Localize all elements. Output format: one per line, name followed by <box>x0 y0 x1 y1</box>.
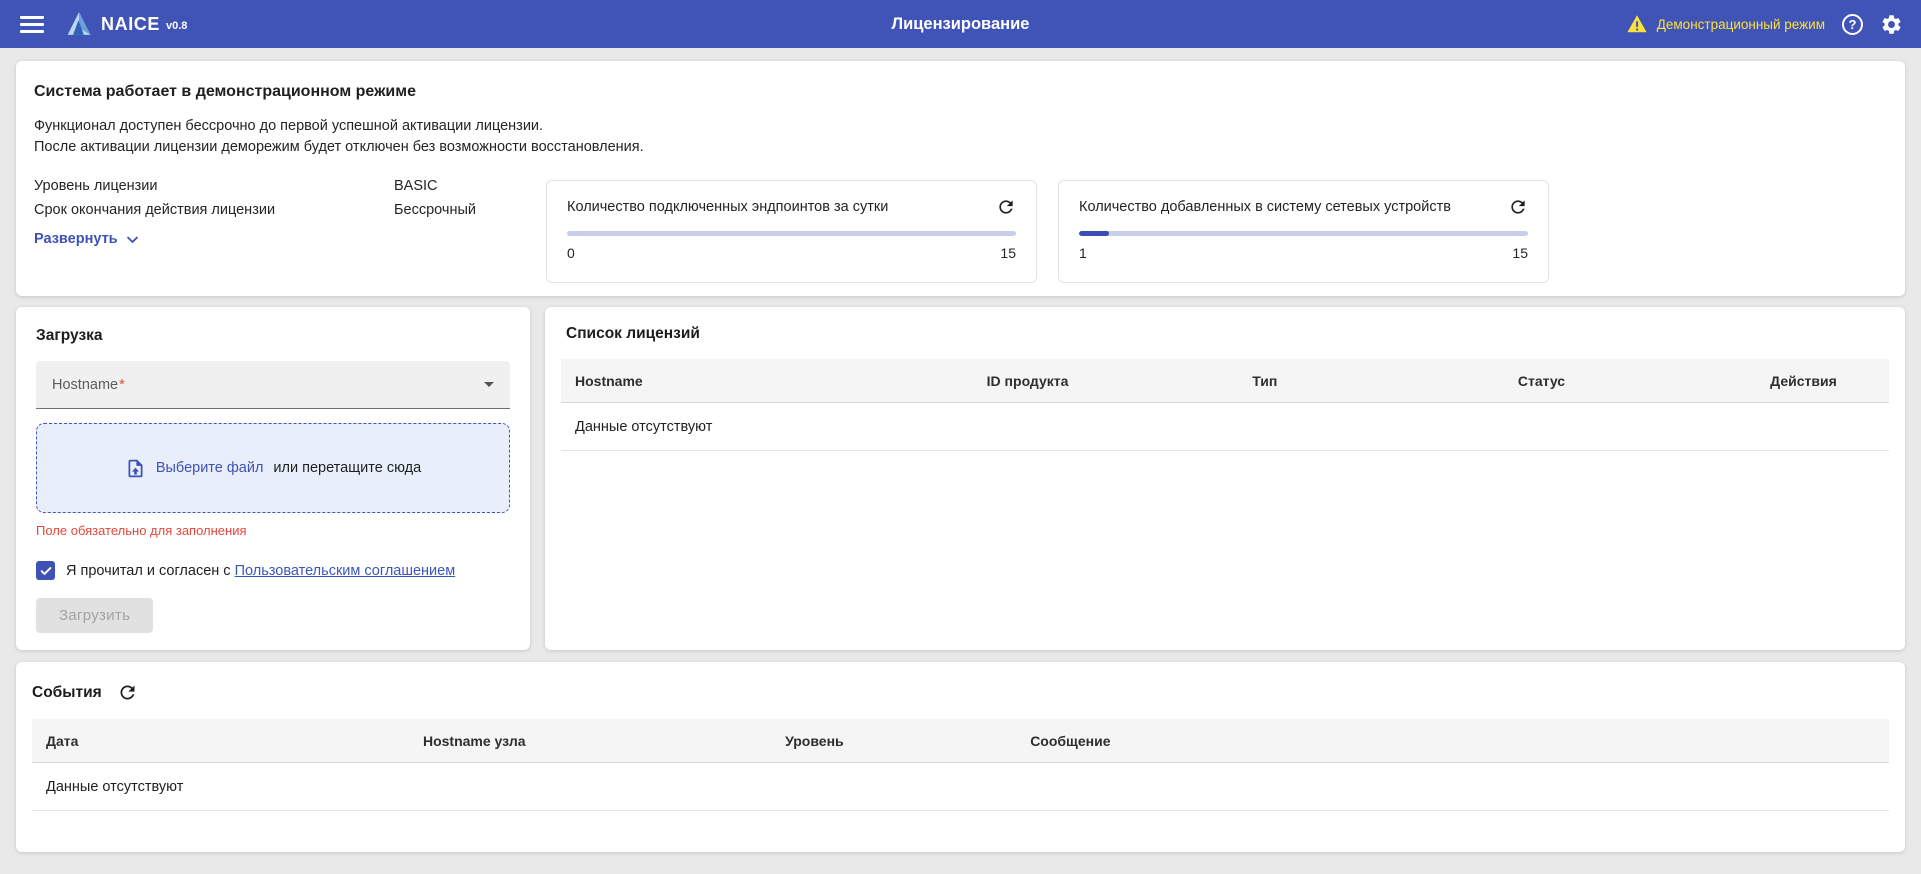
upload-file-icon <box>125 458 146 479</box>
col-actions: Действия <box>1756 359 1889 403</box>
help-icon[interactable]: ? <box>1842 14 1863 35</box>
demo-mode-label: Демонстрационный режим <box>1657 17 1825 32</box>
col-status: Статус <box>1504 359 1756 403</box>
settings-gear-icon[interactable] <box>1880 13 1903 36</box>
expand-button[interactable]: Развернуть <box>34 231 140 247</box>
events-empty-row: Данные отсутствуют <box>32 763 1889 811</box>
agree-checkbox[interactable] <box>36 561 55 580</box>
license-expiry-value: Бессрочный <box>394 202 476 218</box>
endpoints-stat-title: Количество подключенных эндпоинтов за су… <box>567 197 888 215</box>
events-title: События <box>32 684 102 702</box>
user-agreement-link[interactable]: Пользовательским соглашением <box>235 563 456 579</box>
col-type: Тип <box>1238 359 1504 403</box>
licenses-table: Hostname ID продукта Тип Статус Действия… <box>561 359 1889 451</box>
events-card: События Дата Hostname узла Уровень Сообщ… <box>16 662 1905 852</box>
hostname-select[interactable]: Hostname* <box>36 361 510 409</box>
banner-line-1: Функционал доступен бессрочно до первой … <box>34 116 1887 137</box>
events-table: Дата Hostname узла Уровень Сообщение Дан… <box>32 719 1889 811</box>
upload-title: Загрузка <box>36 327 510 345</box>
check-icon <box>39 564 53 578</box>
endpoints-min: 0 <box>567 245 575 261</box>
devices-stat-title: Количество добавленных в систему сетевых… <box>1079 197 1451 215</box>
license-level-label: Уровень лицензии <box>34 178 394 194</box>
endpoints-stat-card: Количество подключенных эндпоинтов за су… <box>546 180 1037 283</box>
demo-mode-badge: Демонстрационный режим <box>1626 13 1825 35</box>
warning-icon <box>1626 13 1648 35</box>
license-level-value: BASIC <box>394 178 438 194</box>
banner-title: Система работает в демонстрационном режи… <box>34 83 1887 101</box>
refresh-icon[interactable] <box>996 197 1016 217</box>
banner-line-2: После активации лицензии деморежим будет… <box>34 137 1887 158</box>
agree-label: Я прочитал и согласен с Пользовательским… <box>66 563 455 579</box>
events-empty-message: Данные отсутствуют <box>32 763 1889 811</box>
demo-banner-card: Система работает в демонстрационном режи… <box>16 61 1905 296</box>
endpoints-max: 15 <box>1000 245 1016 261</box>
required-field-error: Поле обязательно для заполнения <box>36 523 510 538</box>
chevron-down-icon <box>125 232 140 247</box>
dropdown-caret-icon <box>484 382 494 387</box>
app-header: NAICE v0.8 Лицензирование Демонстрационн… <box>0 0 1921 48</box>
licenses-header-row: Hostname ID продукта Тип Статус Действия <box>561 359 1889 403</box>
choose-file-link[interactable]: Выберите файл <box>156 460 264 476</box>
dropzone-hint: или перетащите сюда <box>273 460 421 476</box>
endpoints-progress-bar <box>567 231 1016 236</box>
licenses-empty-row: Данные отсутствуют <box>561 403 1889 451</box>
refresh-icon[interactable] <box>117 682 138 703</box>
licenses-title: Список лицензий <box>561 325 1889 343</box>
app-version: v0.8 <box>166 20 187 32</box>
col-date: Дата <box>32 719 409 763</box>
licenses-card: Список лицензий Hostname ID продукта Тип… <box>545 307 1905 650</box>
col-hostname: Hostname <box>561 359 973 403</box>
devices-progress-bar <box>1079 231 1528 236</box>
file-dropzone[interactable]: Выберите файл или перетащите сюда <box>36 423 510 513</box>
devices-stat-card: Количество добавленных в систему сетевых… <box>1058 180 1549 283</box>
menu-icon[interactable] <box>20 16 44 33</box>
upload-submit-button[interactable]: Загрузить <box>36 598 153 633</box>
devices-min: 1 <box>1079 245 1087 261</box>
devices-max: 15 <box>1512 245 1528 261</box>
app-brand: NAICE <box>101 14 160 35</box>
col-level: Уровень <box>771 719 1016 763</box>
required-asterisk: * <box>119 377 125 393</box>
col-node-hostname: Hostname узла <box>409 719 771 763</box>
events-header-row: Дата Hostname узла Уровень Сообщение <box>32 719 1889 763</box>
naice-logo-icon <box>66 11 92 37</box>
licenses-empty-message: Данные отсутствуют <box>561 403 1889 451</box>
license-expiry-label: Срок окончания действия лицензии <box>34 202 394 218</box>
col-message: Сообщение <box>1016 719 1889 763</box>
refresh-icon[interactable] <box>1508 197 1528 217</box>
upload-card: Загрузка Hostname* Выберите файл или пер… <box>16 307 530 650</box>
col-product-id: ID продукта <box>973 359 1239 403</box>
